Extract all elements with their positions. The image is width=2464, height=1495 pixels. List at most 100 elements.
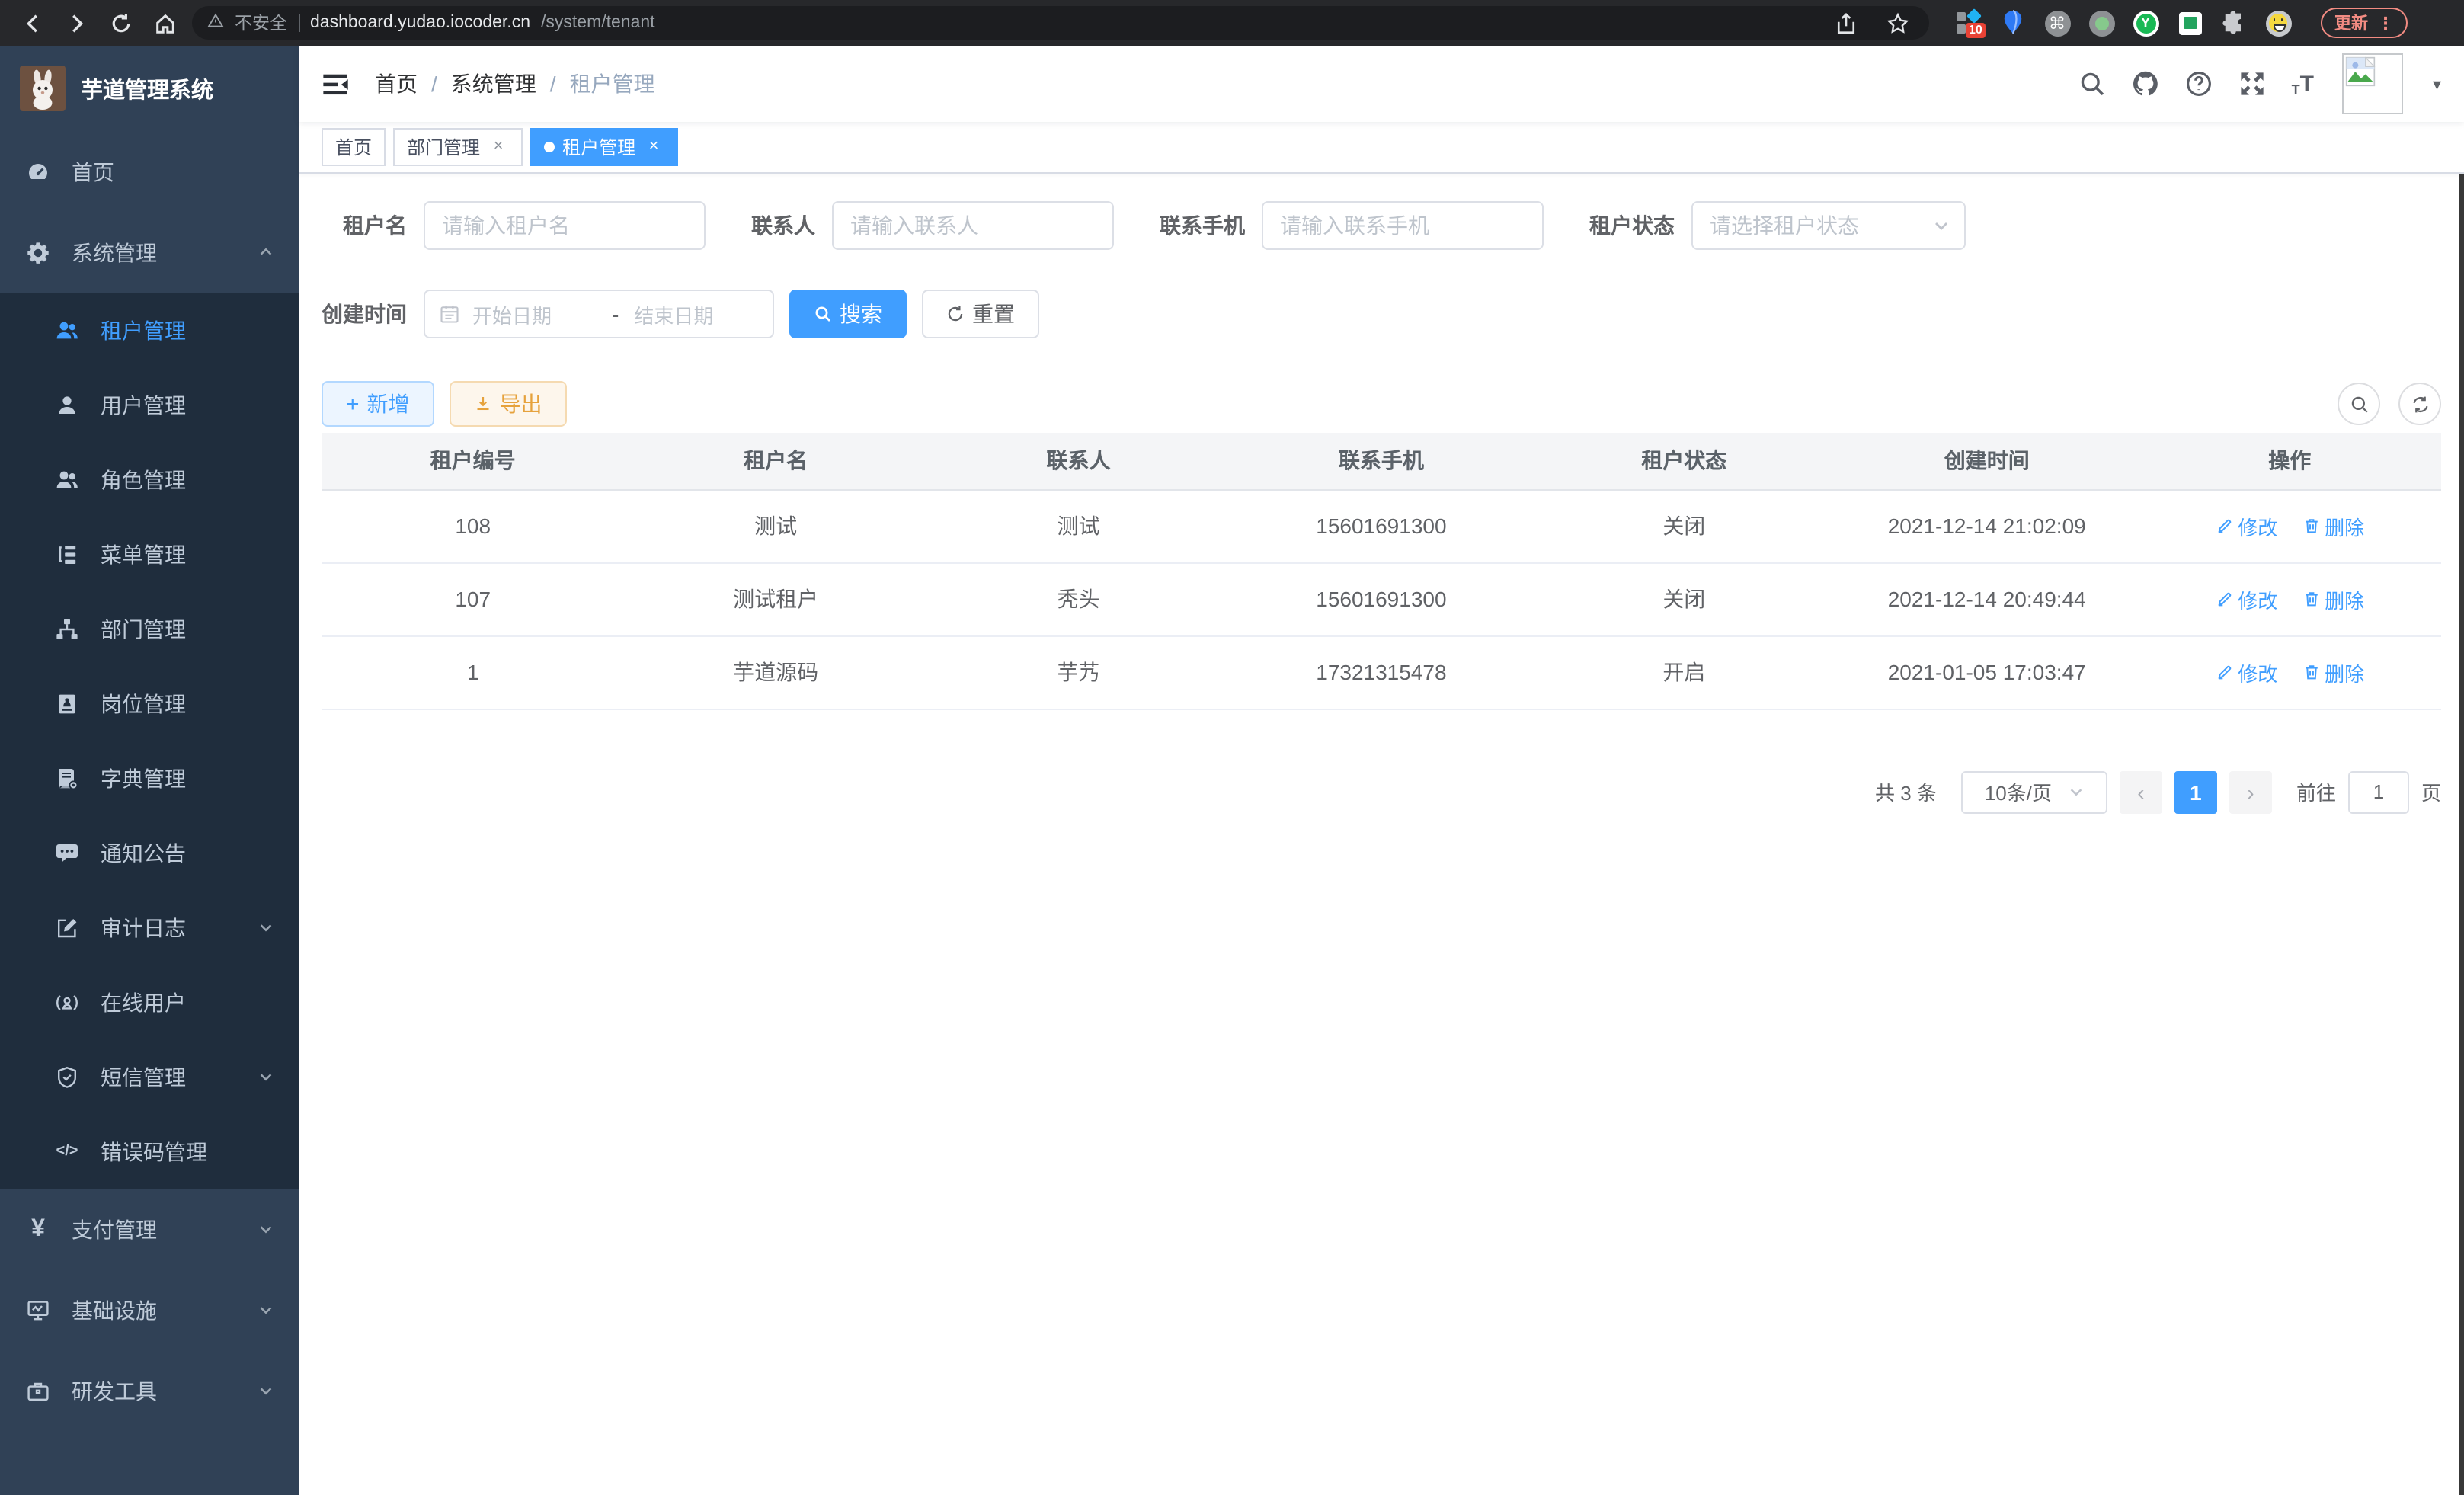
extension-command-icon[interactable]: ⌘	[2043, 9, 2071, 37]
page-size-select[interactable]: 10条/页	[1961, 770, 2107, 813]
fullscreen-icon[interactable]	[2238, 70, 2266, 98]
mobile-input[interactable]	[1262, 201, 1544, 250]
extension-record-icon[interactable]	[2088, 9, 2115, 37]
search-button[interactable]: 搜索	[789, 290, 907, 338]
cell-created: 2021-12-14 20:49:44	[1835, 562, 2138, 635]
delete-link[interactable]: 删除	[2302, 511, 2364, 540]
chevron-down-icon	[258, 1068, 274, 1085]
field-tenant-name: 租户名	[322, 201, 706, 250]
org-chart-icon	[55, 616, 79, 641]
sidebar-item-infra[interactable]: 基础设施	[0, 1269, 299, 1350]
browser-update-button[interactable]: 更新 ⋮	[2321, 8, 2408, 38]
sidebar-item-error-code[interactable]: </> 错误码管理	[0, 1114, 299, 1189]
address-bar[interactable]: 不安全 dashboard.yudao.iocoder.cn/system/te…	[192, 6, 1929, 40]
edit-icon	[2215, 590, 2233, 608]
delete-link[interactable]: 删除	[2302, 658, 2364, 687]
browser-forward-button[interactable]	[59, 6, 93, 40]
sidebar-fold-icon[interactable]	[322, 69, 350, 98]
bookmark-star-icon[interactable]	[1880, 6, 1914, 40]
sidebar-item-menu[interactable]: 菜单管理	[0, 517, 299, 591]
col-header-name: 租户名	[624, 433, 926, 489]
sidebar-item-label: 岗位管理	[101, 688, 274, 719]
security-warning-icon[interactable]	[207, 12, 224, 34]
url-path[interactable]: /system/tenant	[541, 14, 655, 32]
tab-dept[interactable]: 部门管理 ×	[393, 128, 523, 166]
sidebar-item-tenant[interactable]: 租户管理	[0, 293, 299, 367]
sidebar-item-notice[interactable]: 通知公告	[0, 815, 299, 890]
security-label[interactable]: 不安全	[235, 11, 287, 35]
refresh-table-button[interactable]	[2398, 383, 2441, 425]
header-search-icon[interactable]	[2078, 70, 2106, 98]
breadcrumb-system[interactable]: 系统管理	[451, 69, 536, 99]
extension-chat-icon[interactable]	[2176, 9, 2203, 37]
sidebar-item-home[interactable]: 首页	[0, 131, 299, 212]
next-page-button[interactable]: ›	[2229, 770, 2272, 813]
sidebar-item-role[interactable]: 角色管理	[0, 442, 299, 517]
avatar[interactable]	[2343, 53, 2404, 114]
tab-tenant[interactable]: 租户管理 ×	[530, 128, 678, 166]
sidebar-item-system[interactable]: 系统管理	[0, 212, 299, 293]
extension-balloon-icon[interactable]	[1999, 9, 2027, 37]
goto-page-input[interactable]	[2348, 770, 2409, 813]
sidebar-item-label: 字典管理	[101, 763, 274, 793]
col-header-id: 租户编号	[322, 433, 624, 489]
search-icon	[2349, 394, 2369, 414]
caret-down-icon[interactable]: ▾	[2433, 74, 2441, 94]
filter-row-2: 创建时间 开始日期 - 结束日期 搜索	[322, 290, 2441, 338]
extension-y-icon[interactable]: Y	[2132, 9, 2159, 37]
sidebar-item-post[interactable]: 岗位管理	[0, 666, 299, 741]
sidebar-item-user[interactable]: 用户管理	[0, 367, 299, 442]
extension-puzzle-icon[interactable]	[2220, 9, 2248, 37]
sidebar-item-dept[interactable]: 部门管理	[0, 591, 299, 666]
tab-home[interactable]: 首页	[322, 128, 386, 166]
chevron-down-icon	[258, 1382, 274, 1399]
hide-search-button[interactable]	[2338, 383, 2380, 425]
sidebar-item-pay[interactable]: ¥ 支付管理	[0, 1189, 299, 1269]
tenant-name-input[interactable]	[424, 201, 706, 250]
start-date-placeholder[interactable]: 开始日期	[472, 299, 597, 328]
edit-link[interactable]: 修改	[2215, 584, 2277, 613]
sidebar-item-dict[interactable]: 字典管理	[0, 741, 299, 815]
url-host[interactable]: dashboard.yudao.iocoder.cn	[310, 14, 530, 32]
end-date-placeholder[interactable]: 结束日期	[634, 299, 759, 328]
browser-menu-icon[interactable]: ⋮	[2377, 13, 2394, 33]
trash-icon	[2302, 590, 2320, 608]
browser-home-button[interactable]	[148, 6, 181, 40]
cell-id: 1	[322, 635, 624, 709]
edit-link[interactable]: 修改	[2215, 658, 2277, 687]
tab-label: 租户管理	[562, 134, 635, 160]
tenant-page: 租户名 联系人 联系手机 租户状态 请选择租户状态	[299, 174, 2464, 1495]
close-icon[interactable]: ×	[488, 136, 509, 158]
page-button-1[interactable]: 1	[2174, 770, 2217, 813]
extension-grid-icon[interactable]: 10	[1955, 9, 1982, 37]
breadcrumb-home[interactable]: 首页	[375, 69, 418, 99]
export-button[interactable]: 导出	[450, 381, 567, 427]
prev-page-button[interactable]: ‹	[2120, 770, 2162, 813]
font-size-icon[interactable]: TT	[2292, 71, 2314, 97]
status-select[interactable]: 请选择租户状态	[1691, 201, 1966, 250]
sidebar-item-audit-log[interactable]: 审计日志	[0, 890, 299, 965]
contact-input[interactable]	[832, 201, 1114, 250]
add-button[interactable]: + 新增	[322, 381, 434, 427]
create-time-range-picker[interactable]: 开始日期 - 结束日期	[424, 290, 774, 338]
browser-back-button[interactable]	[15, 6, 49, 40]
field-contact: 联系人	[751, 201, 1114, 250]
browser-reload-button[interactable]	[104, 6, 137, 40]
filter-row-1: 租户名 联系人 联系手机 租户状态 请选择租户状态	[322, 201, 2441, 250]
reset-button[interactable]: 重置	[922, 290, 1039, 338]
help-icon[interactable]	[2185, 70, 2213, 98]
status-select-placeholder: 请选择租户状态	[1710, 210, 1859, 241]
sidebar-item-label: 角色管理	[101, 464, 274, 495]
edit-link[interactable]: 修改	[2215, 511, 2277, 540]
sidebar-item-sms[interactable]: 短信管理	[0, 1039, 299, 1114]
cell-contact: 秃头	[927, 562, 1230, 635]
delete-link[interactable]: 删除	[2302, 584, 2364, 613]
sidebar-item-online-users[interactable]: 在线用户	[0, 965, 299, 1039]
browser-extensions: 10 ⌘ Y	[1955, 9, 2292, 37]
sidebar-item-devtools[interactable]: 研发工具	[0, 1350, 299, 1431]
extension-emoji-icon[interactable]	[2264, 9, 2292, 37]
close-icon[interactable]: ×	[643, 136, 664, 158]
github-icon[interactable]	[2132, 70, 2159, 98]
gear-icon	[26, 240, 50, 264]
share-icon[interactable]	[1829, 6, 1862, 40]
